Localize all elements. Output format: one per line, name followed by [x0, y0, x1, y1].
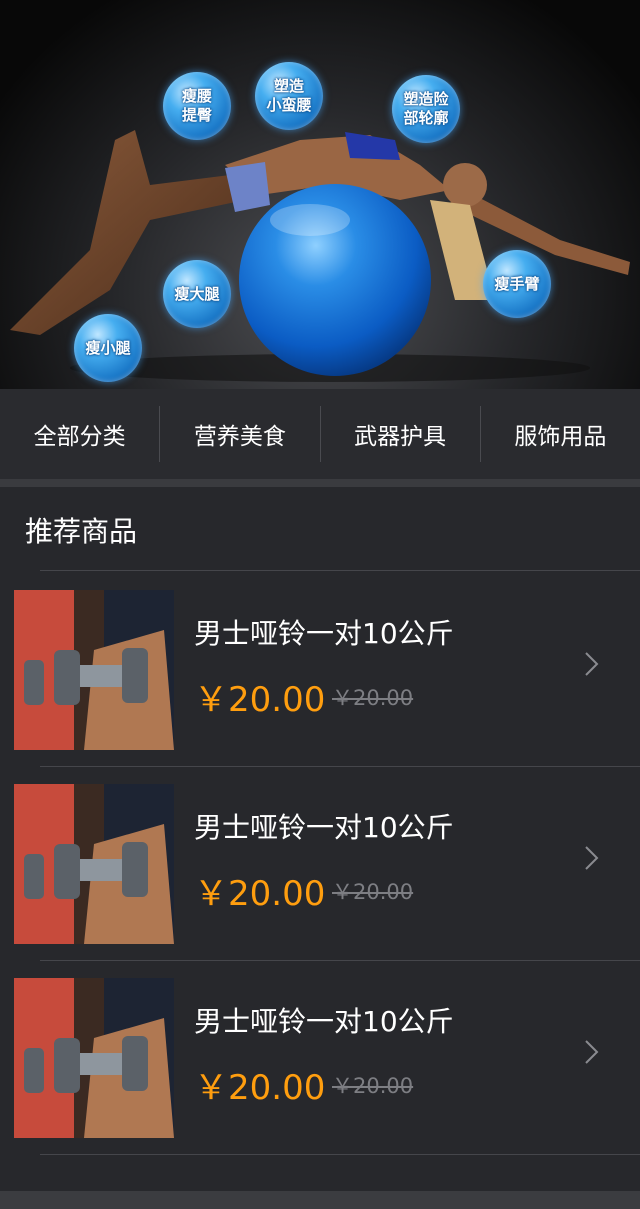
chevron-right-icon — [585, 1040, 599, 1064]
product-old-price: ￥20.00 — [332, 880, 414, 904]
product-image — [14, 590, 174, 750]
chevron-right-icon — [585, 652, 599, 676]
divider — [40, 570, 640, 571]
product-name: 男士哑铃一对10公斤 — [194, 1005, 454, 1038]
product-name: 男士哑铃一对10公斤 — [194, 811, 454, 844]
banner-bubble: 瘦小腿 — [74, 314, 142, 382]
bottom-bar — [0, 1191, 640, 1209]
product-price: ￥20.00 — [194, 874, 326, 914]
category-all[interactable]: 全部分类 — [0, 406, 161, 462]
product-item[interactable]: 男士哑铃一对10公斤 ￥20.00 ￥20.00 — [0, 572, 640, 766]
chevron-right-icon — [585, 846, 599, 870]
category-apparel[interactable]: 服饰用品 — [481, 406, 640, 462]
product-name: 男士哑铃一对10公斤 — [194, 617, 454, 650]
banner-bubble: 瘦大腿 — [163, 260, 231, 328]
product-item[interactable]: 男士哑铃一对10公斤 ￥20.00 ￥20.00 — [0, 766, 640, 960]
banner-bubble: 瘦腰 提臀 — [163, 72, 231, 140]
section-divider — [0, 479, 640, 487]
product-old-price: ￥20.00 — [332, 686, 414, 710]
banner-bubble: 塑造险 部轮廓 — [392, 75, 460, 143]
section-title: 推荐商品 — [25, 515, 138, 548]
product-old-price: ￥20.00 — [332, 1074, 414, 1098]
hero-banner[interactable]: 瘦腰 提臀 塑造 小蛮腰 塑造险 部轮廓 瘦大腿 瘦手臂 瘦小腿 — [0, 0, 640, 389]
product-image — [14, 978, 174, 1138]
category-nutrition[interactable]: 营养美食 — [160, 406, 321, 462]
divider — [40, 1154, 640, 1155]
category-bar: 全部分类 营养美食 武器护具 服饰用品 — [0, 389, 640, 479]
product-item[interactable]: 男士哑铃一对10公斤 ￥20.00 ￥20.00 — [0, 960, 640, 1154]
banner-bubble: 瘦手臂 — [483, 250, 551, 318]
product-price: ￥20.00 — [194, 1068, 326, 1108]
banner-bubble: 塑造 小蛮腰 — [255, 62, 323, 130]
product-image — [14, 784, 174, 944]
product-price: ￥20.00 — [194, 680, 326, 720]
category-equipment[interactable]: 武器护具 — [321, 406, 481, 462]
